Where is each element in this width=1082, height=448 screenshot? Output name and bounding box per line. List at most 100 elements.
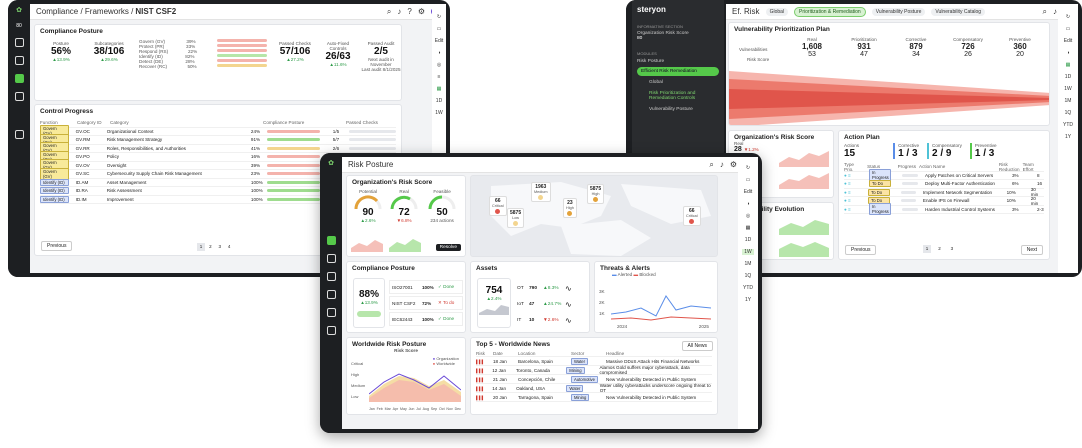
map-marker[interactable]: 66 Critical <box>489 196 507 216</box>
bell-icon[interactable]: ♪ <box>720 160 724 169</box>
asset-row[interactable]: IoT 47 ▲24.7% ∿ <box>517 296 587 312</box>
asset-row[interactable]: OT 790 ▲8.3% ∿ <box>517 280 587 296</box>
range-ytd[interactable]: YTD <box>743 285 753 291</box>
display-icon[interactable]: ▭ <box>437 26 442 32</box>
tab-prioritization[interactable]: Prioritization & Remediation <box>794 6 866 17</box>
page-1[interactable]: 1 <box>197 243 205 251</box>
calendar-icon[interactable]: ▦ <box>1066 62 1071 68</box>
progress-bar <box>902 182 918 186</box>
framework-row[interactable]: ISO27001 100% ✓ Done <box>389 280 463 294</box>
refresh-icon[interactable]: ↻ <box>437 14 441 20</box>
page-2[interactable]: 2 <box>206 243 214 251</box>
page-1[interactable]: 1 <box>923 245 931 253</box>
asset-sparkline-icon: ∿ <box>565 299 572 309</box>
monitor-icon[interactable] <box>326 326 336 335</box>
toggle-icon[interactable]: ◑ <box>1066 50 1069 56</box>
range-1y[interactable]: 1Y <box>1065 134 1071 140</box>
tab-vulnerability-catalog[interactable]: Vulnerability Catalog <box>931 7 986 16</box>
monitor-icon[interactable] <box>14 92 24 101</box>
page-3[interactable]: 3 <box>948 245 956 253</box>
help-icon[interactable]: ? <box>407 7 411 16</box>
asset-row[interactable]: IT 10 ▼2.6% ∿ <box>517 312 587 328</box>
map-marker[interactable]: 23 High <box>563 198 577 218</box>
nav-vulnerability-posture[interactable]: Vulnerability Posture <box>637 107 719 112</box>
bell-icon[interactable]: ♪ <box>397 7 401 16</box>
nav-risk-posture[interactable]: Risk Posture <box>637 59 719 64</box>
next-button[interactable]: Next <box>1020 245 1043 255</box>
settings-icon[interactable]: ⚙ <box>730 160 737 169</box>
range-1q[interactable]: 1Q <box>745 273 752 279</box>
range-1d[interactable]: 1D <box>1065 74 1071 80</box>
news-row[interactable]: ▌▌▌ 12 Jan Toronto, Canada Mining Alamos Gol… <box>476 365 712 375</box>
refresh-icon[interactable]: ↻ <box>1066 14 1070 20</box>
action-row[interactable]: ● ≡ In Progress Apply Patches on Critical … <box>844 169 1044 182</box>
report-icon[interactable] <box>14 130 24 139</box>
previous-button[interactable]: Previous <box>845 245 877 255</box>
display-icon[interactable]: ▭ <box>1066 26 1071 32</box>
filter-icon[interactable]: ◎ <box>746 213 750 219</box>
news-row[interactable]: ▌▌▌ 14 Jan Oakland, USA Water Water utility … <box>476 383 712 393</box>
marker-level: Critical <box>492 204 504 208</box>
range-1w[interactable]: 1W <box>435 110 443 116</box>
news-sector: Water <box>566 384 584 392</box>
calendar-icon[interactable]: ▦ <box>746 225 751 231</box>
page-3[interactable]: 3 <box>216 243 224 251</box>
nav-prioritization[interactable]: Risk Prioritization and Remediation Cont… <box>637 91 719 101</box>
news-row[interactable]: ▌▌▌ 20 Jan Tarragona, Spain Mining New Vulne… <box>476 393 712 402</box>
range-1d[interactable]: 1D <box>745 237 751 243</box>
range-1d[interactable]: 1D <box>436 98 442 104</box>
nav-global[interactable]: Global <box>637 80 719 85</box>
range-1m[interactable]: 1M <box>745 261 752 267</box>
filter-icon[interactable]: ◎ <box>437 62 441 68</box>
list-icon[interactable] <box>326 308 336 317</box>
tab-vulnerability-posture[interactable]: Vulnerability Posture <box>871 7 926 16</box>
shield-icon[interactable] <box>326 254 336 263</box>
home-icon[interactable] <box>326 236 336 245</box>
range-1w[interactable]: 1W <box>742 249 754 255</box>
map-marker[interactable]: 5875 High <box>587 184 605 204</box>
previous-button[interactable]: Previous <box>41 241 73 251</box>
resolve-button[interactable]: Resolve <box>435 244 461 251</box>
edit-button[interactable]: Edit <box>435 38 444 44</box>
report-icon[interactable] <box>326 272 336 281</box>
range-1m[interactable]: 1M <box>1065 98 1072 104</box>
search-icon[interactable]: ⌕ <box>1043 7 1047 17</box>
map-marker[interactable]: 66 Critical <box>683 206 701 226</box>
framework-row[interactable]: IEC62443 100% ✓ Done <box>389 312 463 326</box>
tab-global[interactable]: Global <box>765 7 789 16</box>
compliance-icon[interactable] <box>14 74 24 83</box>
display-icon[interactable]: ▭ <box>746 177 751 183</box>
page-2[interactable]: 2 <box>935 245 943 253</box>
shield-icon[interactable] <box>14 56 24 65</box>
refresh-icon[interactable]: ↻ <box>746 165 750 171</box>
edit-button[interactable]: Edit <box>744 189 753 195</box>
calendar-icon[interactable]: ▦ <box>437 86 442 92</box>
bell-icon[interactable]: ♪ <box>1053 7 1057 16</box>
breadcrumb[interactable]: Compliance / Frameworks / <box>36 7 133 16</box>
toggle-icon[interactable]: ◑ <box>437 50 440 56</box>
nav-efficient-risk-remediation[interactable]: Efficient Risk Remediation <box>637 67 719 76</box>
table-row[interactable]: Govern (GV)GV.OCOrganizational Context24… <box>40 125 396 138</box>
framework-row[interactable]: NIST CSF2 72% ✕ To do <box>389 296 463 310</box>
range-ytd[interactable]: YTD <box>1063 122 1073 128</box>
action-row[interactable]: ● ≡ To Do Deploy Multi-Factor Authenticati… <box>844 180 1044 189</box>
all-news-button[interactable]: All News <box>681 341 713 351</box>
range-1w[interactable]: 1W <box>1064 86 1072 92</box>
action-row[interactable]: ● ≡ In Progress Harden Industrial Control … <box>844 203 1044 216</box>
page-4[interactable]: 4 <box>225 243 233 251</box>
range-1y[interactable]: 1Y <box>745 297 751 303</box>
table-row[interactable]: Govern (GV)GV.RRRoles, Responsibilities,… <box>40 142 396 155</box>
settings-icon[interactable]: ⚙ <box>418 7 425 16</box>
table-row[interactable]: Govern (GV)GV.RMRisk Management Strategy… <box>40 133 396 146</box>
search-icon[interactable]: ⌕ <box>709 160 713 170</box>
edit-button[interactable]: Edit <box>1064 38 1073 44</box>
list-icon[interactable]: ≡ <box>438 74 441 80</box>
doc-icon[interactable] <box>326 290 336 299</box>
map-marker[interactable]: 5875 Low <box>507 208 525 228</box>
home-icon[interactable] <box>14 38 24 47</box>
toggle-icon[interactable]: ◑ <box>746 201 749 207</box>
range-1q[interactable]: 1Q <box>1065 110 1072 116</box>
map-marker[interactable]: 1963 Medium <box>531 182 551 202</box>
action-row[interactable]: ● ≡ To Do Implement Network Segmentation 10… <box>844 187 1044 197</box>
search-icon[interactable]: ⌕ <box>387 7 391 17</box>
